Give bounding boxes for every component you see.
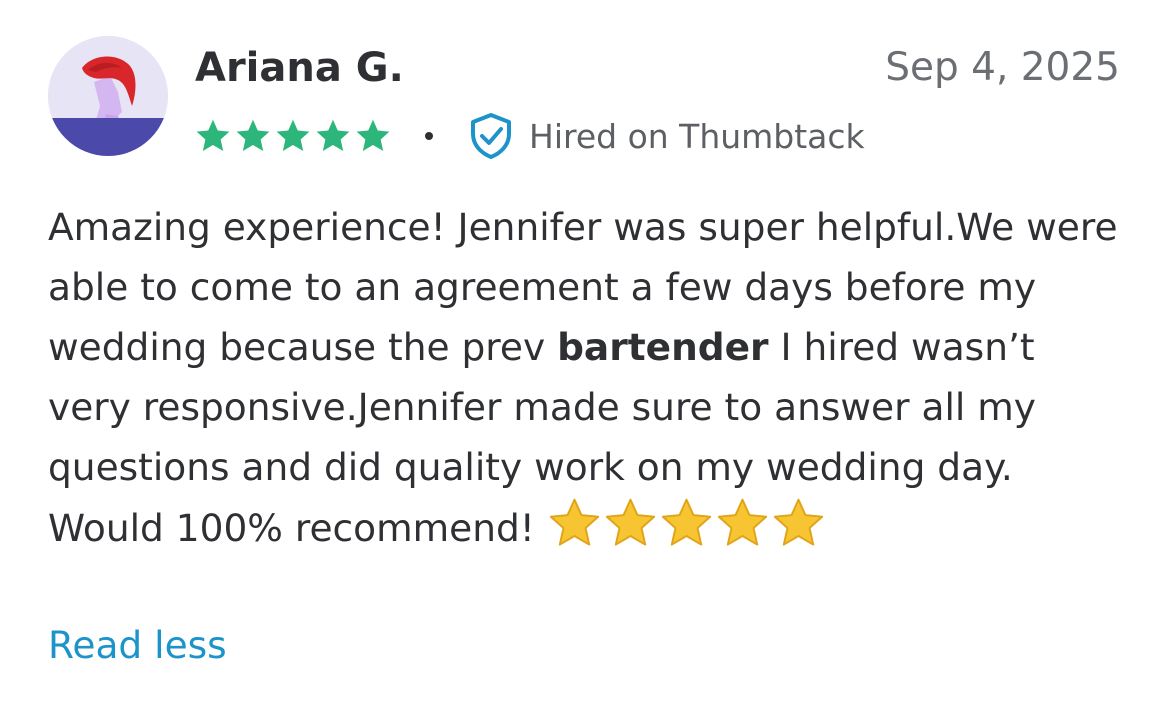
- star-emoji-icon: [661, 498, 711, 546]
- star-icon: [356, 119, 390, 151]
- star-icon: [316, 119, 350, 151]
- star-rating: [195, 118, 391, 154]
- shield-check-icon: [471, 113, 511, 159]
- star-icon: [236, 119, 270, 151]
- star-icon: [196, 119, 230, 151]
- review-card: Ariana G. Sep 4, 2025 Hired on Thumbtack…: [0, 0, 1170, 701]
- review-meta: Hired on Thumbtack: [195, 110, 865, 162]
- author-name: Ariana G.: [195, 45, 404, 91]
- star-emoji-icon: [717, 498, 767, 546]
- review-date: Sep 4, 2025: [885, 45, 1120, 90]
- star-emoji-icon: [549, 498, 599, 546]
- avatar[interactable]: [48, 36, 168, 156]
- emoji-stars: [547, 497, 826, 549]
- star-emoji-icon: [605, 498, 655, 546]
- review-body: Amazing experience! Jennifer was super h…: [48, 197, 1128, 558]
- review-closing-line: Would 100% recommend!: [48, 506, 535, 550]
- highlighted-keyword: bartender: [557, 325, 769, 369]
- star-emoji-icon: [773, 498, 823, 546]
- separator-dot: [425, 132, 433, 140]
- avatar-illustration-icon: [48, 36, 168, 156]
- read-less-link[interactable]: Read less: [48, 615, 227, 675]
- hired-on-thumbtack-label: Hired on Thumbtack: [529, 116, 865, 156]
- star-icon: [276, 119, 310, 151]
